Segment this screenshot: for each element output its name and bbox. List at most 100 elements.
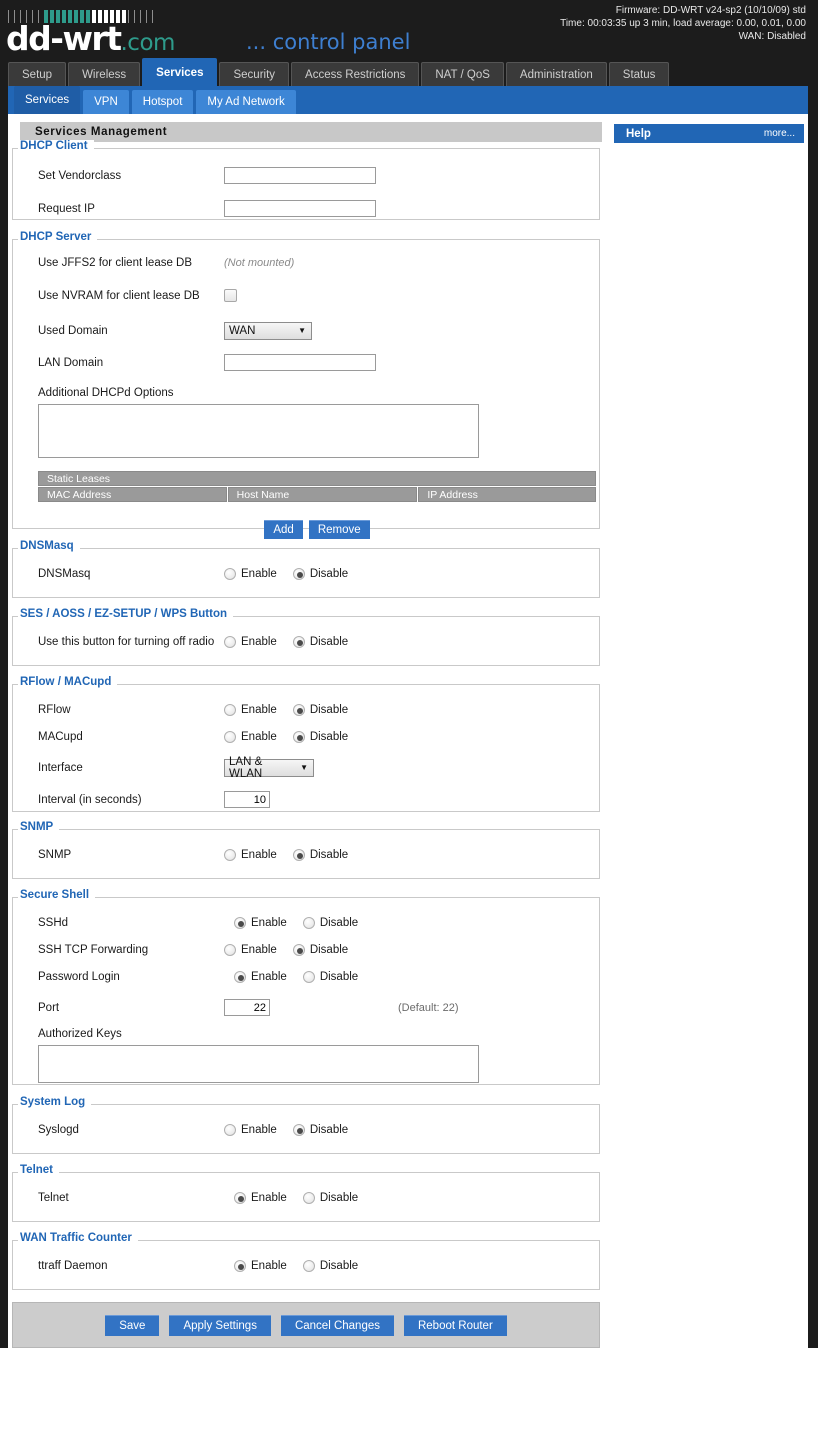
interface-select[interactable]: LAN & WLAN ▼: [224, 755, 314, 780]
field-macupd: MACupd Enable Disable: [13, 724, 599, 749]
ses-radio-group: Enable Disable: [224, 635, 599, 648]
radio-icon: [224, 635, 236, 648]
apply-settings-button[interactable]: Apply Settings: [169, 1314, 271, 1336]
section-snmp: SNMP SNMP Enable Disable: [12, 821, 600, 879]
telnet-enable-option[interactable]: Enable: [234, 1191, 287, 1204]
macupd-enable-option[interactable]: Enable: [224, 730, 277, 743]
used-domain-select[interactable]: WAN ▼: [224, 321, 312, 340]
option-label: Disable: [319, 1259, 359, 1272]
section-legend: Secure Shell: [18, 889, 96, 901]
option-label: Disable: [319, 970, 359, 983]
field-label: Set Vendorclass: [38, 169, 122, 182]
field-label: Password Login: [38, 970, 120, 983]
static-leases-table: Static Leases MAC Address Host Name IP A…: [38, 471, 596, 539]
reboot-router-button[interactable]: Reboot Router: [403, 1314, 507, 1336]
tab-access-restrictions[interactable]: Access Restrictions: [291, 62, 420, 86]
field-label: Interval (in seconds): [38, 793, 142, 806]
field-additional-dhcpd-options: Additional DHCPd Options: [13, 387, 599, 463]
snmp-disable-option[interactable]: Disable: [292, 848, 348, 861]
telnet-disable-option[interactable]: Disable: [302, 1191, 358, 1204]
interface-value: LAN & WLAN: [229, 755, 263, 780]
cancel-changes-button[interactable]: Cancel Changes: [280, 1314, 394, 1336]
rflow-disable-option[interactable]: Disable: [292, 703, 348, 716]
radio-icon: [224, 943, 236, 956]
subtab-services[interactable]: Services: [14, 86, 81, 114]
syslogd-enable-option[interactable]: Enable: [224, 1123, 277, 1136]
radio-icon: [234, 916, 246, 929]
password-login-disable-option[interactable]: Disable: [302, 970, 359, 983]
section-telnet: Telnet Telnet Enable Disable: [12, 1164, 600, 1222]
subtab-hotspot[interactable]: Hotspot: [131, 90, 194, 114]
tab-label: Administration: [519, 68, 593, 81]
field-label: MACupd: [38, 730, 83, 743]
section-system-log: System Log Syslogd Enable Disable: [12, 1096, 600, 1154]
tab-nat-qos[interactable]: NAT / QoS: [421, 62, 504, 86]
radio-icon: [292, 943, 305, 956]
sshd-disable-option[interactable]: Disable: [302, 916, 358, 929]
tab-services[interactable]: Services: [142, 58, 218, 86]
tcpfwd-enable-option[interactable]: Enable: [224, 943, 277, 956]
help-more-link[interactable]: more...: [764, 128, 795, 139]
nvram-lease-db-checkbox[interactable]: [224, 289, 237, 302]
field-interface: Interface LAN & WLAN ▼: [13, 755, 599, 780]
tab-administration[interactable]: Administration: [505, 62, 607, 86]
field-authorized-keys: Authorized Keys: [13, 1028, 599, 1088]
router-status-info: Firmware: DD-WRT v24-sp2 (10/10/09) std …: [560, 4, 806, 43]
save-button[interactable]: Save: [105, 1314, 160, 1336]
subtab-label: Services: [25, 94, 70, 106]
tab-security[interactable]: Security: [219, 62, 290, 86]
field-label: SSH TCP Forwarding: [38, 943, 149, 956]
macupd-disable-option[interactable]: Disable: [292, 730, 348, 743]
radio-icon: [234, 1191, 246, 1204]
snmp-enable-option[interactable]: Enable: [224, 848, 277, 861]
uptime-line: Time: 00:03:35 up 3 min, load average: 0…: [560, 18, 806, 29]
tcpfwd-disable-option[interactable]: Disable: [292, 943, 348, 956]
subtab-my-ad-network[interactable]: My Ad Network: [196, 90, 296, 114]
field-label: Use NVRAM for client lease DB: [38, 289, 200, 302]
chevron-down-icon: ▼: [298, 326, 306, 335]
tab-label: Services: [156, 66, 204, 79]
interval-input[interactable]: [224, 791, 270, 808]
vendorclass-input[interactable]: [224, 167, 376, 184]
tab-label: Setup: [22, 68, 53, 81]
section-ses-aoss-wps: SES / AOSS / EZ-SETUP / WPS Button Use t…: [12, 608, 600, 666]
radio-icon: [224, 703, 236, 716]
dnsmasq-disable-option[interactable]: Disable: [292, 567, 348, 580]
radio-icon: [292, 1123, 305, 1136]
field-label: LAN Domain: [38, 356, 104, 369]
field-label: ttraff Daemon: [38, 1259, 108, 1272]
remove-lease-button[interactable]: Remove: [308, 520, 370, 539]
password-login-enable-option[interactable]: Enable: [234, 970, 287, 983]
snmp-radio-group: Enable Disable: [224, 848, 599, 861]
subtab-vpn[interactable]: VPN: [83, 90, 129, 114]
ses-enable-option[interactable]: Enable: [224, 635, 277, 648]
dnsmasq-enable-option[interactable]: Enable: [224, 567, 277, 580]
tab-status[interactable]: Status: [608, 62, 670, 86]
field-rflow: RFlow Enable Disable: [13, 697, 599, 722]
syslogd-disable-option[interactable]: Disable: [292, 1123, 348, 1136]
authorized-keys-textarea[interactable]: [38, 1045, 479, 1083]
page-title-bar: Services Management: [20, 122, 602, 142]
tab-label: Status: [622, 68, 656, 81]
tab-wireless[interactable]: Wireless: [68, 62, 141, 86]
dhcpd-options-textarea[interactable]: [38, 404, 479, 458]
ssh-port-hint: (Default: 22): [398, 1001, 459, 1014]
ssh-port-input[interactable]: [224, 999, 270, 1016]
tab-label: Wireless: [82, 68, 127, 81]
ses-disable-option[interactable]: Disable: [292, 635, 348, 648]
add-lease-button[interactable]: Add: [264, 520, 303, 539]
field-label: SNMP: [38, 848, 72, 861]
telnet-radio-group: Enable Disable: [224, 1191, 599, 1204]
dnsmasq-radio-group: Enable Disable: [224, 567, 599, 580]
used-domain-value: WAN: [229, 324, 256, 337]
chevron-down-icon: ▼: [300, 763, 308, 772]
tab-setup[interactable]: Setup: [8, 62, 67, 86]
option-label: Enable: [251, 916, 287, 929]
ttraff-disable-option[interactable]: Disable: [302, 1259, 359, 1272]
sshd-enable-option[interactable]: Enable: [234, 916, 287, 929]
section-secure-shell: Secure Shell SSHd Enable Disable SSH TCP…: [12, 889, 600, 1088]
rflow-enable-option[interactable]: Enable: [224, 703, 277, 716]
ttraff-enable-option[interactable]: Enable: [234, 1259, 287, 1272]
request-ip-input[interactable]: [224, 200, 376, 217]
lan-domain-input[interactable]: [224, 354, 376, 371]
